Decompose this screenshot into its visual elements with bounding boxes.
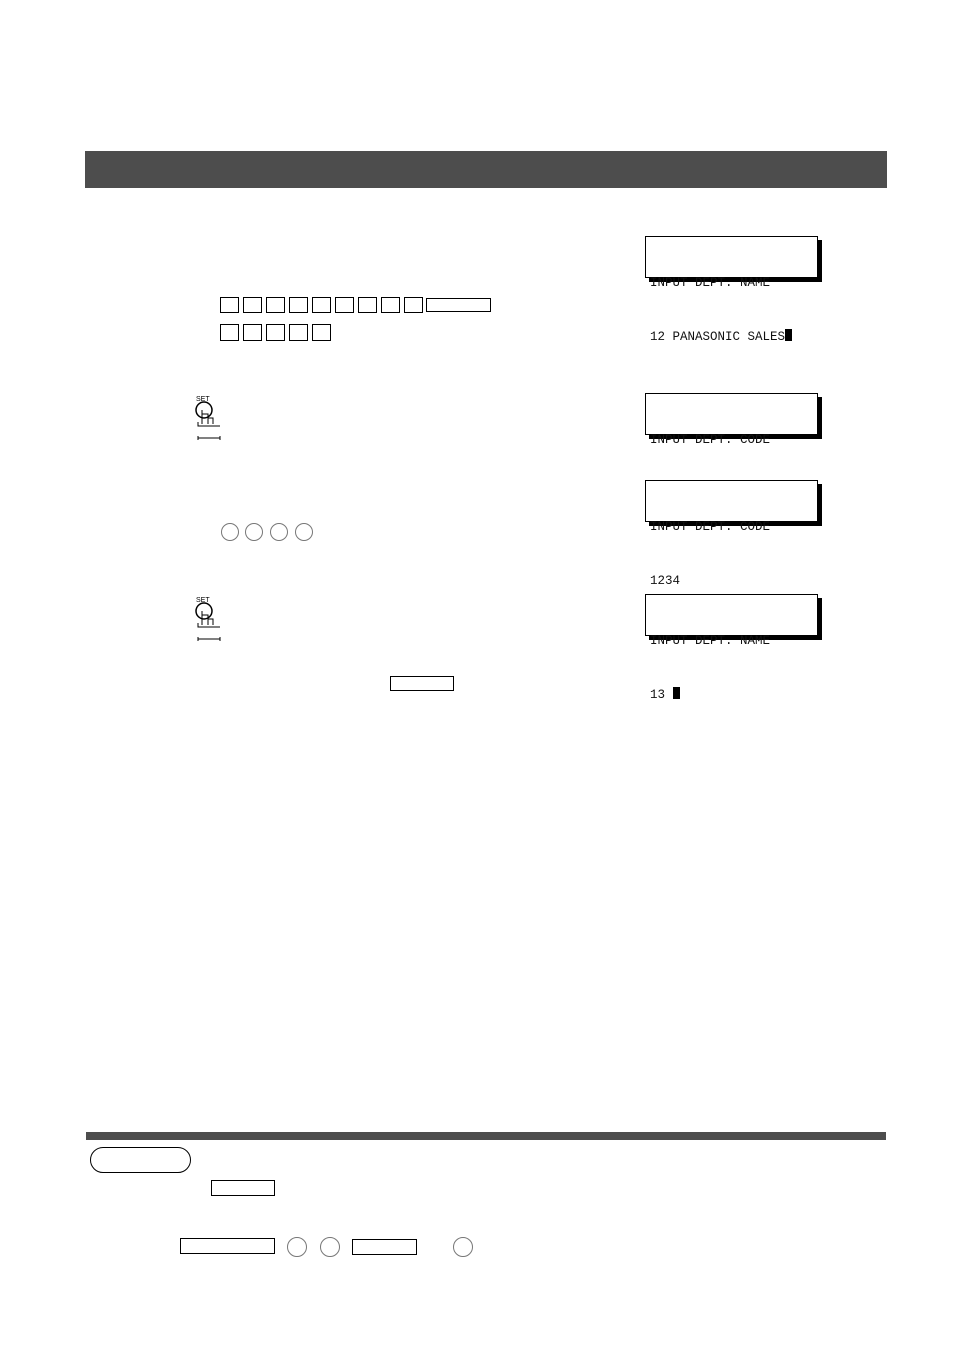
key[interactable]: [220, 324, 239, 341]
key[interactable]: [312, 324, 331, 341]
key[interactable]: [289, 324, 308, 341]
wide-key[interactable]: [426, 298, 491, 312]
key[interactable]: [358, 297, 377, 313]
round-key[interactable]: [453, 1237, 473, 1257]
round-key[interactable]: [287, 1237, 307, 1257]
round-key[interactable]: [295, 523, 313, 541]
lcd-line: 1234: [650, 574, 681, 588]
manual-page: INPUT DEPT. NAME 12 PANASONIC SALES INPU…: [0, 0, 954, 1351]
lcd-display-2: INPUT DEPT. CODE: [645, 393, 818, 498]
key[interactable]: [243, 324, 262, 341]
lcd-line: INPUT DEPT. NAME: [650, 634, 771, 648]
note-badge: [90, 1147, 191, 1173]
note-divider-bar: [86, 1132, 886, 1140]
lcd-line: 12 PANASONIC SALES: [650, 330, 786, 344]
key[interactable]: [404, 297, 423, 313]
set-button[interactable]: SET: [192, 595, 222, 641]
set-button[interactable]: SET: [192, 394, 222, 440]
lcd-display-4: INPUT DEPT. NAME 13: [645, 594, 818, 702]
key[interactable]: [312, 297, 331, 313]
lcd-display-1: INPUT DEPT. NAME 12 PANASONIC SALES: [645, 236, 818, 344]
cursor-icon: [672, 687, 680, 699]
round-key[interactable]: [245, 523, 263, 541]
key[interactable]: [220, 297, 239, 313]
round-key[interactable]: [320, 1237, 340, 1257]
wide-key[interactable]: [352, 1239, 417, 1255]
key[interactable]: [381, 297, 400, 313]
lcd-display-3: INPUT DEPT. CODE 1234: [645, 480, 818, 588]
wide-key[interactable]: [180, 1238, 275, 1254]
lcd-line: 13: [650, 688, 673, 702]
wide-key[interactable]: [390, 676, 454, 691]
round-key[interactable]: [221, 523, 239, 541]
key[interactable]: [243, 297, 262, 313]
lcd-line: INPUT DEPT. CODE: [650, 520, 771, 534]
key[interactable]: [289, 297, 308, 313]
key[interactable]: [266, 297, 285, 313]
wide-key[interactable]: [211, 1180, 275, 1196]
section-header-bar: [85, 151, 887, 188]
lcd-line: INPUT DEPT. NAME: [650, 276, 771, 290]
key[interactable]: [335, 297, 354, 313]
lcd-line: INPUT DEPT. CODE: [650, 433, 771, 447]
cursor-icon: [785, 329, 793, 341]
round-key[interactable]: [270, 523, 288, 541]
key[interactable]: [266, 324, 285, 341]
